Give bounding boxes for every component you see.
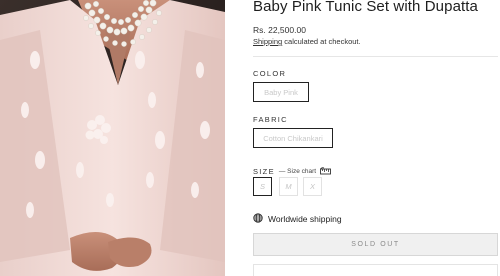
divider (253, 56, 498, 57)
shipping-link[interactable]: Shipping (253, 37, 282, 46)
product-price: Rs. 22,500.00 (253, 25, 306, 35)
size-option-m[interactable]: M (279, 177, 298, 196)
fabric-label: FABRIC (253, 115, 288, 124)
shipping-note-text: calculated at checkout. (282, 37, 361, 46)
worldwide-shipping: Worldwide shipping (253, 210, 342, 228)
secondary-button-partial[interactable] (253, 264, 498, 276)
globe-icon (253, 210, 263, 228)
shipping-note: Shipping calculated at checkout. (253, 37, 361, 46)
color-option-selected[interactable]: Baby Pink (253, 82, 309, 102)
product-photo-illustration (0, 0, 225, 276)
sold-out-button[interactable]: SOLD OUT (253, 233, 498, 256)
worldwide-shipping-label: Worldwide shipping (268, 214, 342, 224)
fabric-option-selected[interactable]: Cotton Chikankari (253, 128, 333, 148)
color-label: COLOR (253, 69, 287, 78)
size-label: SIZE (253, 166, 275, 176)
product-image[interactable] (0, 0, 225, 276)
size-option-x[interactable]: X (303, 177, 322, 196)
size-option-s[interactable]: S (253, 177, 272, 196)
product-details: Baby Pink Tunic Set with Dupatta Rs. 22,… (253, 0, 498, 276)
size-chart-link[interactable]: — Size chart (279, 168, 316, 175)
product-title: Baby Pink Tunic Set with Dupatta (253, 0, 478, 15)
